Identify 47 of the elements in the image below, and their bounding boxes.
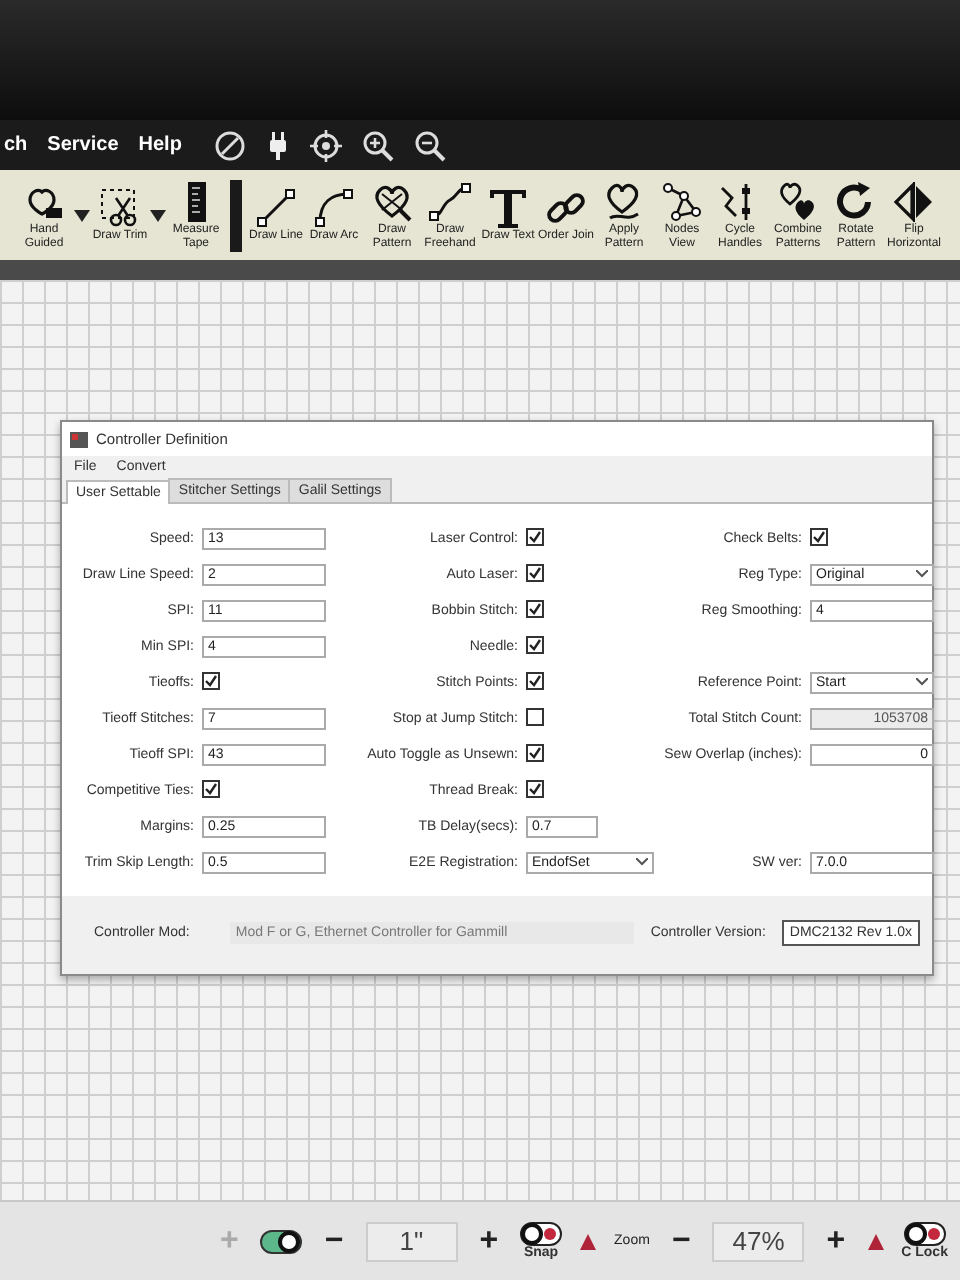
step-button[interactable]: + (475, 1223, 503, 1259)
checked-checkbox[interactable] (810, 527, 828, 545)
flip-icon (892, 180, 936, 224)
input-field[interactable]: 47% (712, 1221, 805, 1261)
checked-checkbox[interactable] (526, 635, 544, 653)
checked-checkbox[interactable] (526, 671, 544, 689)
arc-icon (312, 186, 356, 231)
dropdown-caret-icon[interactable] (150, 209, 166, 221)
zoom-out-icon (413, 129, 446, 161)
checked-checkbox[interactable] (526, 599, 544, 617)
line-icon (254, 186, 298, 231)
checked-checkbox[interactable] (202, 779, 220, 797)
input-field[interactable]: 1" (365, 1221, 458, 1261)
toggle-icon (903, 1222, 946, 1246)
zoom-in-icon (361, 129, 394, 161)
menu-item[interactable]: Service (47, 134, 119, 156)
step-button[interactable]: − (667, 1223, 695, 1259)
hearts-combine-icon (776, 180, 820, 224)
checked-checkbox[interactable] (526, 563, 544, 581)
checked-checkbox[interactable] (202, 671, 220, 689)
window-app-icon (70, 431, 88, 447)
toolbar-separator (230, 179, 242, 251)
toggle-icon (260, 1229, 303, 1253)
step-button[interactable]: + (822, 1223, 850, 1259)
checked-checkbox[interactable] (526, 743, 544, 761)
checkbox[interactable] (526, 707, 544, 725)
chevron-down-icon (916, 678, 928, 686)
step-button[interactable]: − (320, 1223, 348, 1259)
checked-checkbox[interactable] (526, 779, 544, 797)
text-t-icon (486, 186, 530, 231)
heart-pattern-icon (370, 180, 414, 224)
checked-checkbox[interactable] (526, 527, 544, 545)
triangle-icon (867, 1233, 884, 1249)
scissors-icon (98, 186, 142, 231)
chevron-down-icon (636, 858, 648, 866)
menu-item[interactable]: Help (138, 134, 182, 156)
menu-item[interactable]: ch (4, 134, 28, 156)
prohibited-icon (213, 129, 246, 161)
toggle-icon (520, 1222, 563, 1246)
nodes-icon (660, 180, 704, 224)
chevron-down-icon (916, 570, 928, 578)
dropdown-caret-icon[interactable] (74, 209, 90, 221)
plug-icon (265, 129, 290, 161)
toggle-switch[interactable] (260, 1229, 303, 1253)
triangle-icon (580, 1233, 597, 1249)
crosshair-icon (309, 129, 342, 161)
curve-icon (428, 180, 472, 224)
